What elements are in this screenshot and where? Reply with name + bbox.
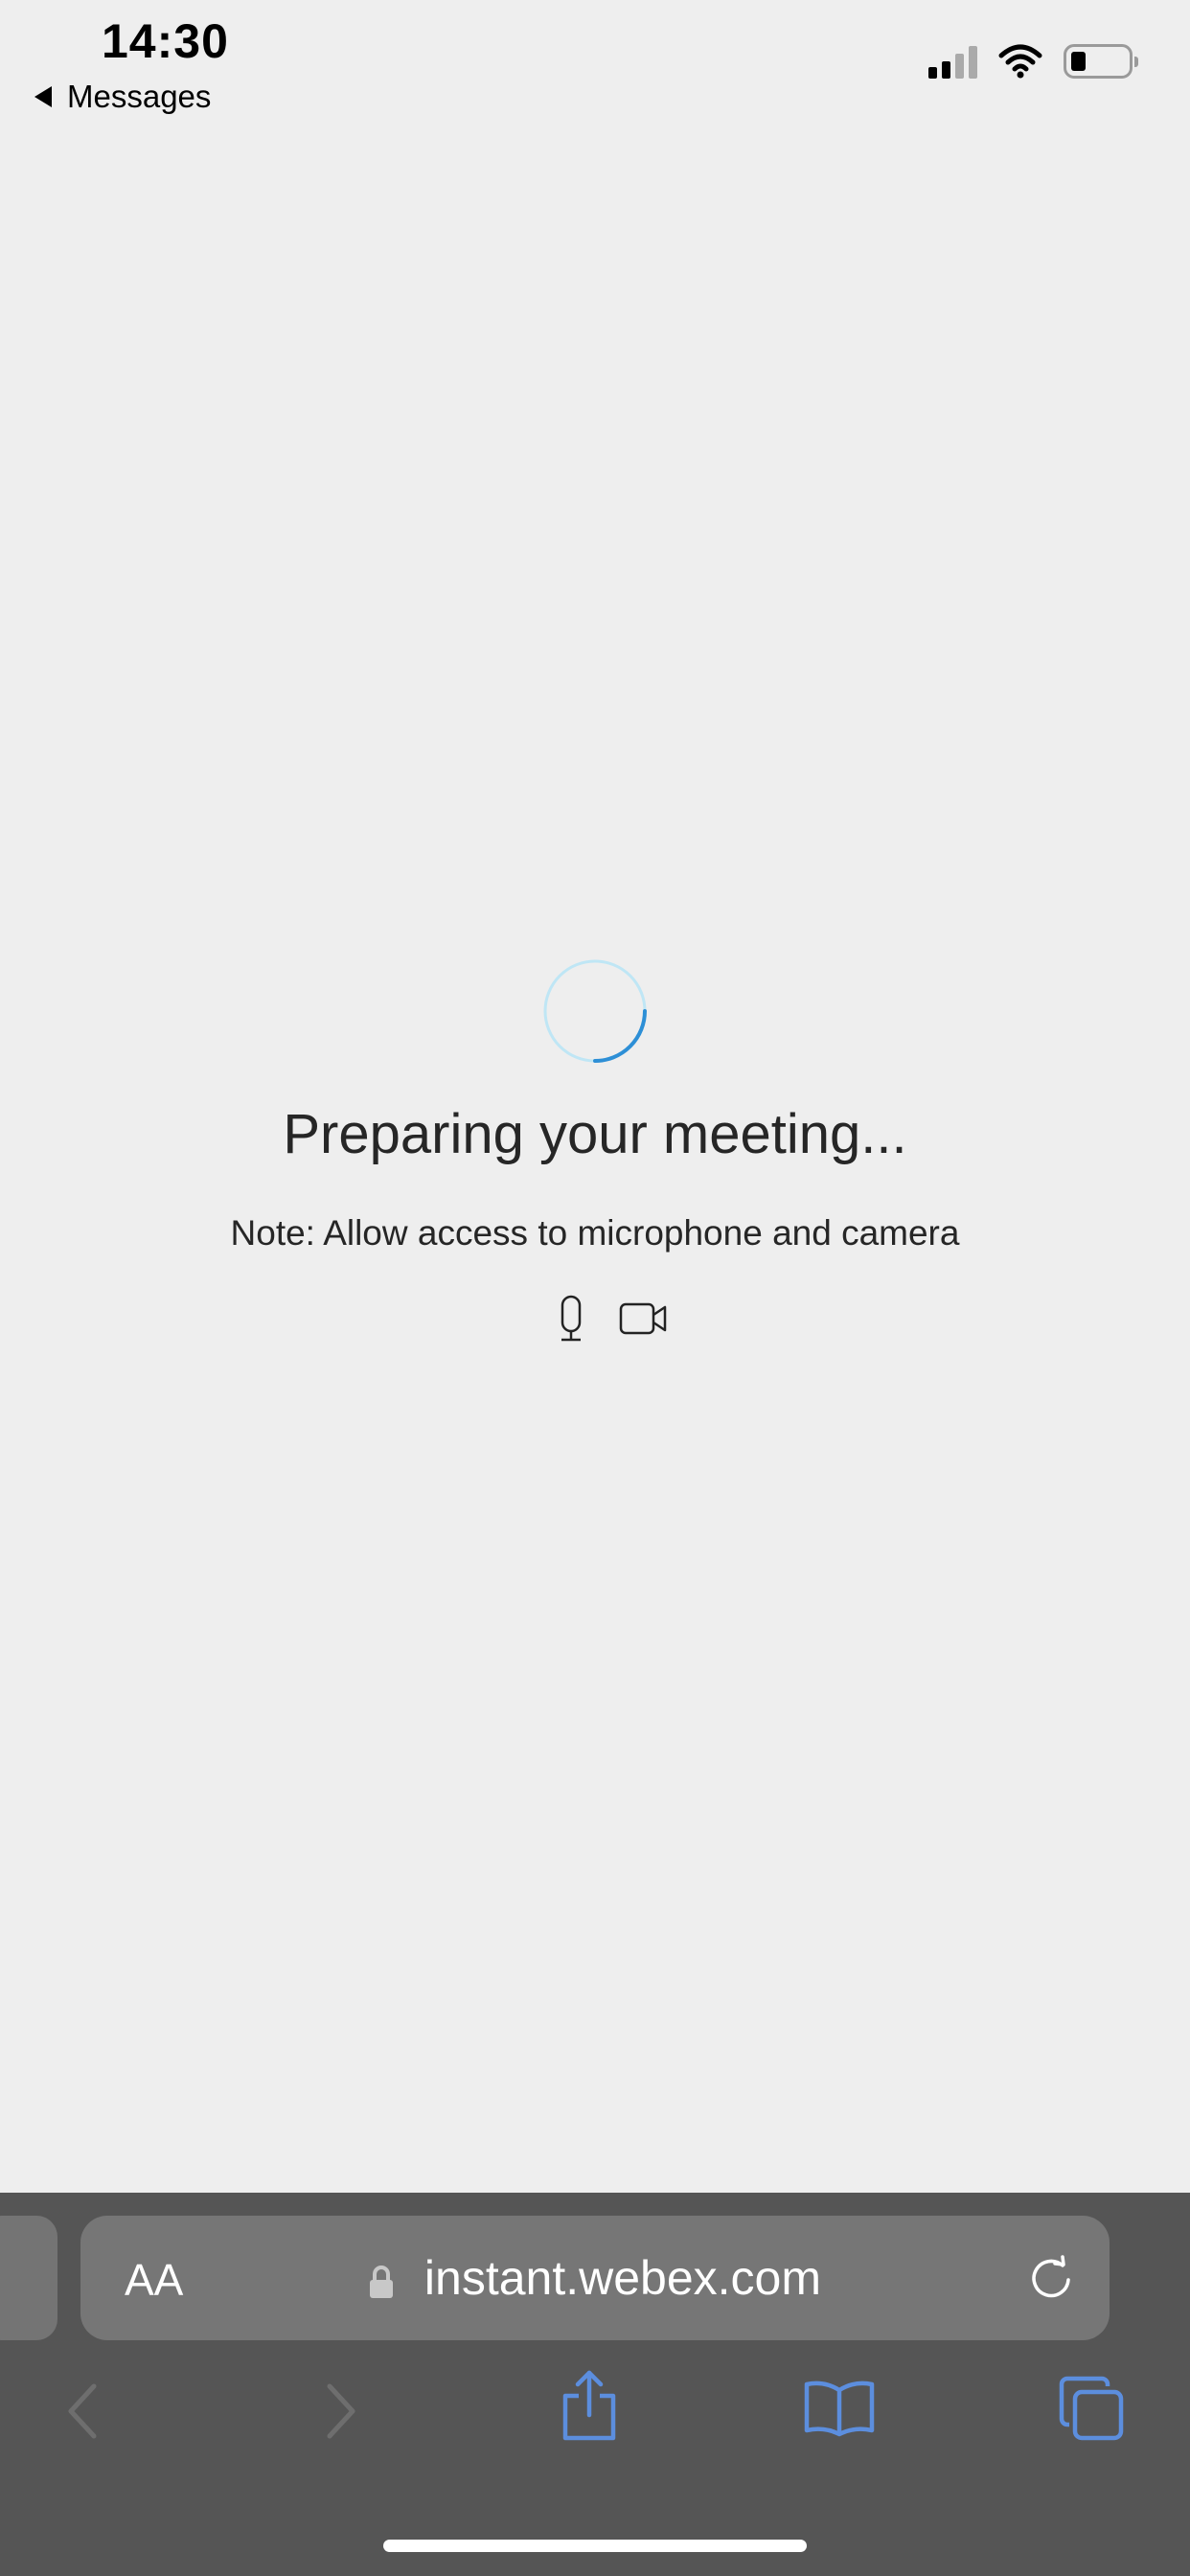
back-icon[interactable] bbox=[63, 2380, 102, 2442]
browser-bottom-bar: AA instant.webex.com bbox=[0, 2193, 1190, 2576]
status-bar: 14:30 Messages bbox=[0, 0, 1190, 134]
forward-icon[interactable] bbox=[322, 2380, 360, 2442]
share-icon[interactable] bbox=[560, 2369, 619, 2442]
clock: 14:30 bbox=[102, 14, 229, 68]
browser-toolbar bbox=[0, 2361, 1190, 2467]
reload-icon[interactable] bbox=[1027, 2254, 1075, 2302]
home-indicator[interactable] bbox=[383, 2540, 807, 2552]
microphone-icon bbox=[561, 1295, 582, 1342]
wifi-icon bbox=[998, 44, 1042, 79]
spinner-icon bbox=[543, 959, 647, 1063]
address-bar[interactable]: AA instant.webex.com bbox=[80, 2216, 1110, 2340]
lock-icon bbox=[370, 2265, 393, 2298]
back-link-label: Messages bbox=[67, 79, 212, 114]
battery-icon bbox=[1064, 44, 1138, 79]
previous-tab-preview[interactable] bbox=[0, 2216, 57, 2340]
url-display[interactable]: instant.webex.com bbox=[80, 2250, 1110, 2306]
url-text: instant.webex.com bbox=[423, 2251, 821, 2305]
camera-icon bbox=[619, 1302, 667, 1335]
permission-note: Note: Allow access to microphone and cam… bbox=[230, 1213, 960, 1253]
back-triangle-icon bbox=[34, 86, 52, 107]
page-heading: Preparing your meeting... bbox=[283, 1103, 907, 1165]
tabs-icon[interactable] bbox=[1058, 2375, 1125, 2442]
signal-icon bbox=[928, 44, 977, 79]
permission-icons bbox=[552, 1294, 669, 1344]
bookmarks-icon[interactable] bbox=[803, 2379, 876, 2438]
system-icons bbox=[928, 44, 1138, 79]
back-to-messages-link[interactable]: Messages bbox=[34, 79, 211, 115]
